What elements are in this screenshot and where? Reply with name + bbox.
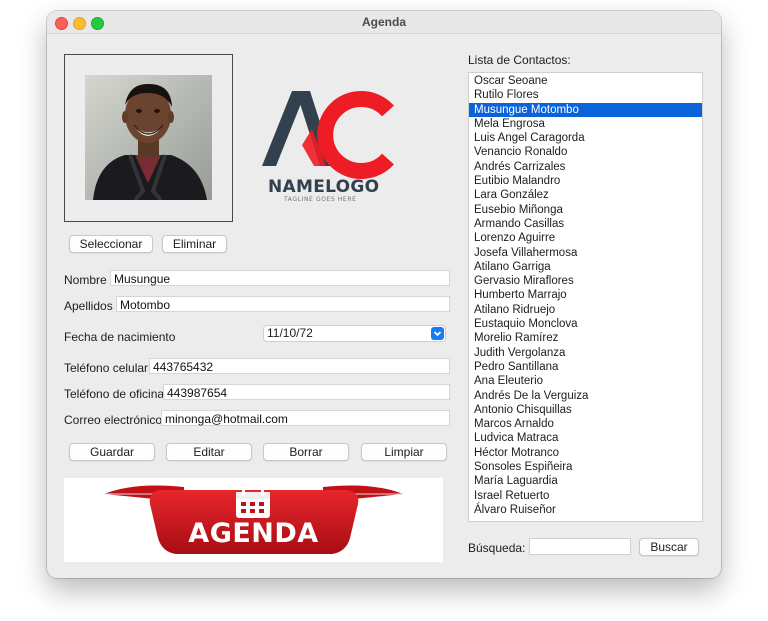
contact-list-item[interactable]: Rutilo Flores (469, 88, 702, 102)
window-title: Agenda (361, 15, 406, 29)
borrar-button[interactable]: Borrar (263, 443, 349, 461)
contact-list-item[interactable]: Israel Retuerto (469, 489, 702, 503)
contact-list-item[interactable]: Antonio Chisquillas (469, 403, 702, 417)
contact-list-item[interactable]: Gervasio Miraflores (469, 274, 702, 288)
contact-photo-frame (64, 54, 233, 222)
search-label: Búsqueda: (468, 541, 526, 555)
contact-list-item[interactable]: Judith Vergolanza (469, 346, 702, 360)
contact-list-item[interactable]: Pedro Santillana (469, 360, 702, 374)
contact-list-item[interactable]: Humberto Marrajo (469, 288, 702, 302)
contact-list-item[interactable]: Ana Eleuterio (469, 374, 702, 388)
contact-list-item[interactable]: Eutibio Malandro (469, 174, 702, 188)
search-button[interactable]: Buscar (639, 538, 699, 556)
banner-title: AGENDA (188, 518, 319, 549)
contact-list-item[interactable]: Mela Engrosa (469, 117, 702, 131)
contact-list-item[interactable]: Josefa Villahermosa (469, 246, 702, 260)
fecha-nacimiento-picker[interactable]: 11/10/72 (263, 325, 446, 342)
contact-list-item[interactable]: Andrés Carrizales (469, 160, 702, 174)
apellidos-label: Apellidos (64, 299, 113, 313)
contact-list-item[interactable]: Musungue Motombo (469, 102, 702, 117)
contact-list-item[interactable]: Álvaro Ruiseñor (469, 503, 702, 517)
person-photo-illustration (85, 75, 212, 200)
calendar-icon (236, 488, 270, 518)
contact-photo (85, 75, 212, 200)
telefono-celular-field[interactable]: 443765432 (149, 358, 450, 374)
company-logo: NAMELOGO TAGLINE GOES HERE (252, 81, 397, 211)
title-bar: Agenda (47, 11, 721, 34)
contact-list-label: Lista de Contactos: (468, 53, 571, 67)
contact-list-item[interactable]: Sonsoles Espiñeira (469, 460, 702, 474)
correo-electronico-field[interactable]: minonga@hotmail.com (161, 410, 450, 426)
contact-list-item[interactable]: Lorenzo Aguirre (469, 231, 702, 245)
nombre-field[interactable]: Musungue (110, 270, 450, 286)
telefono-oficina-label: Teléfono de oficina (64, 387, 165, 401)
contact-list-item[interactable]: Atilano Garriga (469, 260, 702, 274)
contact-list-item[interactable]: Oscar Seoane (469, 74, 702, 88)
contact-list-item[interactable]: Ludvica Matraca (469, 431, 702, 445)
contact-list-item[interactable]: Atilano Ridruejo (469, 303, 702, 317)
contact-list-item[interactable]: Armando Casillas (469, 217, 702, 231)
agenda-window: Agenda NAMELOGO TAGLINE GOES HERE Selecc… (47, 11, 721, 578)
editar-button[interactable]: Editar (166, 443, 252, 461)
search-input[interactable] (529, 538, 631, 555)
agenda-banner: AGENDA (64, 478, 443, 562)
contact-list-item[interactable]: Eusebio Miñonga (469, 203, 702, 217)
delete-photo-button[interactable]: Eliminar (162, 235, 227, 253)
correo-electronico-label: Correo electrónico (64, 413, 163, 427)
contact-list-item[interactable]: Lara González (469, 188, 702, 202)
contact-list-item[interactable]: María Laguardia (469, 474, 702, 488)
telefono-celular-label: Teléfono celular (64, 361, 149, 375)
contact-list-item[interactable]: Luis Angel Caragorda (469, 131, 702, 145)
contact-list-item[interactable]: Héctor Motranco (469, 446, 702, 460)
fecha-nacimiento-label: Fecha de nacimiento (64, 330, 176, 344)
select-photo-button[interactable]: Seleccionar (69, 235, 153, 253)
contact-list-item[interactable]: Eustaquio Monclova (469, 317, 702, 331)
limpiar-button[interactable]: Limpiar (361, 443, 447, 461)
telefono-oficina-field[interactable]: 443987654 (163, 384, 450, 400)
contact-list[interactable]: Oscar Seoane Rutilo Flores Musungue Motomb… (468, 72, 703, 522)
fecha-nacimiento-value: 11/10/72 (267, 326, 313, 340)
apellidos-field[interactable]: Motombo (116, 296, 450, 312)
logo-name: NAMELOGO (268, 177, 380, 197)
contact-list-item[interactable]: Morelio Ramírez (469, 331, 702, 345)
contact-list-item[interactable]: Andrés De la Verguiza (469, 389, 702, 403)
contact-list-item[interactable]: Marcos Arnaldo (469, 417, 702, 431)
contact-list-item[interactable]: Venancio Ronaldo (469, 145, 702, 159)
nombre-label: Nombre (64, 273, 107, 287)
logo-tagline: TAGLINE GOES HERE (284, 196, 357, 203)
namelogo-mark (262, 91, 394, 179)
guardar-button[interactable]: Guardar (69, 443, 155, 461)
date-dropdown-icon[interactable] (431, 327, 444, 340)
